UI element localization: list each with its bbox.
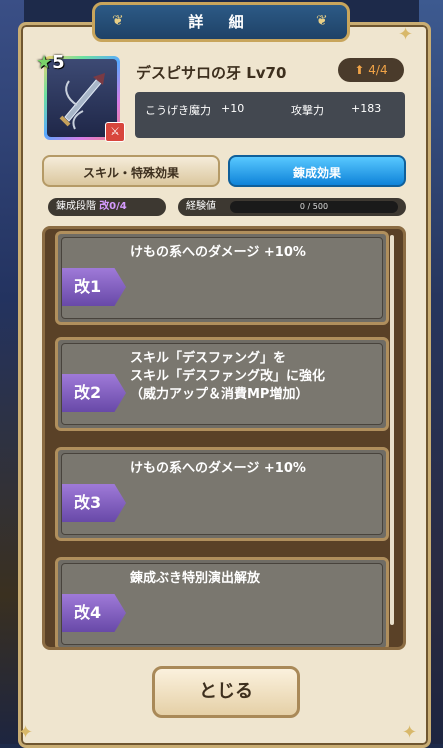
exp-box: 経験値 0 / 500: [178, 198, 406, 216]
stat-label: こうげき魔力: [145, 104, 211, 117]
page-title: 詳 細: [188, 13, 254, 31]
list-item: 改2 スキル「デスファング」を スキル「デスファング改」に強化 （威力アップ＆消…: [55, 337, 389, 431]
list-item: 改1 けもの系へのダメージ +10%: [55, 231, 389, 325]
stat-label: 攻撃力: [291, 104, 324, 117]
exp-bar: 0 / 500: [230, 201, 398, 213]
corner-ornament-icon: ✦: [18, 722, 34, 743]
scrollbar[interactable]: [390, 235, 394, 625]
refine-stage-label: 錬成段階: [56, 201, 96, 212]
up-arrow-icon: ⬆: [354, 63, 365, 77]
refine-tag: 改2: [62, 374, 126, 412]
rank-value: 5: [52, 52, 65, 73]
refine-stage-value: 改0/4: [99, 201, 127, 212]
refine-effects-list[interactable]: 改1 けもの系へのダメージ +10% 改2 スキル「デスファング」を スキル「デ…: [42, 226, 406, 650]
stat-value: +183: [351, 102, 382, 115]
close-button[interactable]: とじる: [152, 666, 300, 718]
star-icon: ★: [36, 52, 53, 73]
weapon-type-icon: ⚔: [105, 122, 125, 142]
refine-stage-box: 錬成段階 改0/4: [48, 198, 166, 216]
upgrade-value: 4/4: [368, 63, 388, 77]
stats-box: こうげき魔力 +10 攻撃力 +183: [135, 92, 405, 138]
refine-description: けもの系へのダメージ +10%: [130, 245, 306, 260]
list-item: 改4 錬成ぶき特別演出解放: [55, 557, 389, 647]
refine-tag: 改4: [62, 594, 126, 632]
upgrade-badge: ⬆ 4/4: [338, 58, 404, 82]
rank-badge: ★5: [36, 52, 65, 73]
tab-refine-effects[interactable]: 錬成効果: [228, 155, 406, 187]
exp-value: 0 / 500: [299, 202, 329, 211]
list-item: 改3 けもの系へのダメージ +10%: [55, 447, 389, 541]
stat-value: +10: [221, 102, 245, 115]
ornament-icon-left: ❦: [112, 13, 124, 29]
corner-ornament-icon: ✦: [398, 24, 414, 45]
exp-label: 経験値: [186, 201, 216, 212]
tab-skill-effects[interactable]: スキル・特殊効果: [42, 155, 220, 187]
refine-description: スキル「デスファング」を スキル「デスファング改」に強化 （威力アップ＆消費MP…: [130, 351, 326, 402]
refine-description: けもの系へのダメージ +10%: [130, 461, 306, 476]
refine-description: 錬成ぶき特別演出解放: [130, 571, 261, 586]
ornament-icon-right: ❦: [316, 13, 328, 29]
corner-ornament-icon: ✦: [402, 722, 418, 743]
weapon-name: デスピサロの牙 Lv70: [136, 64, 287, 82]
refine-tag: 改1: [62, 268, 126, 306]
title-bar: 詳 細: [92, 2, 350, 42]
refine-tag: 改3: [62, 484, 126, 522]
